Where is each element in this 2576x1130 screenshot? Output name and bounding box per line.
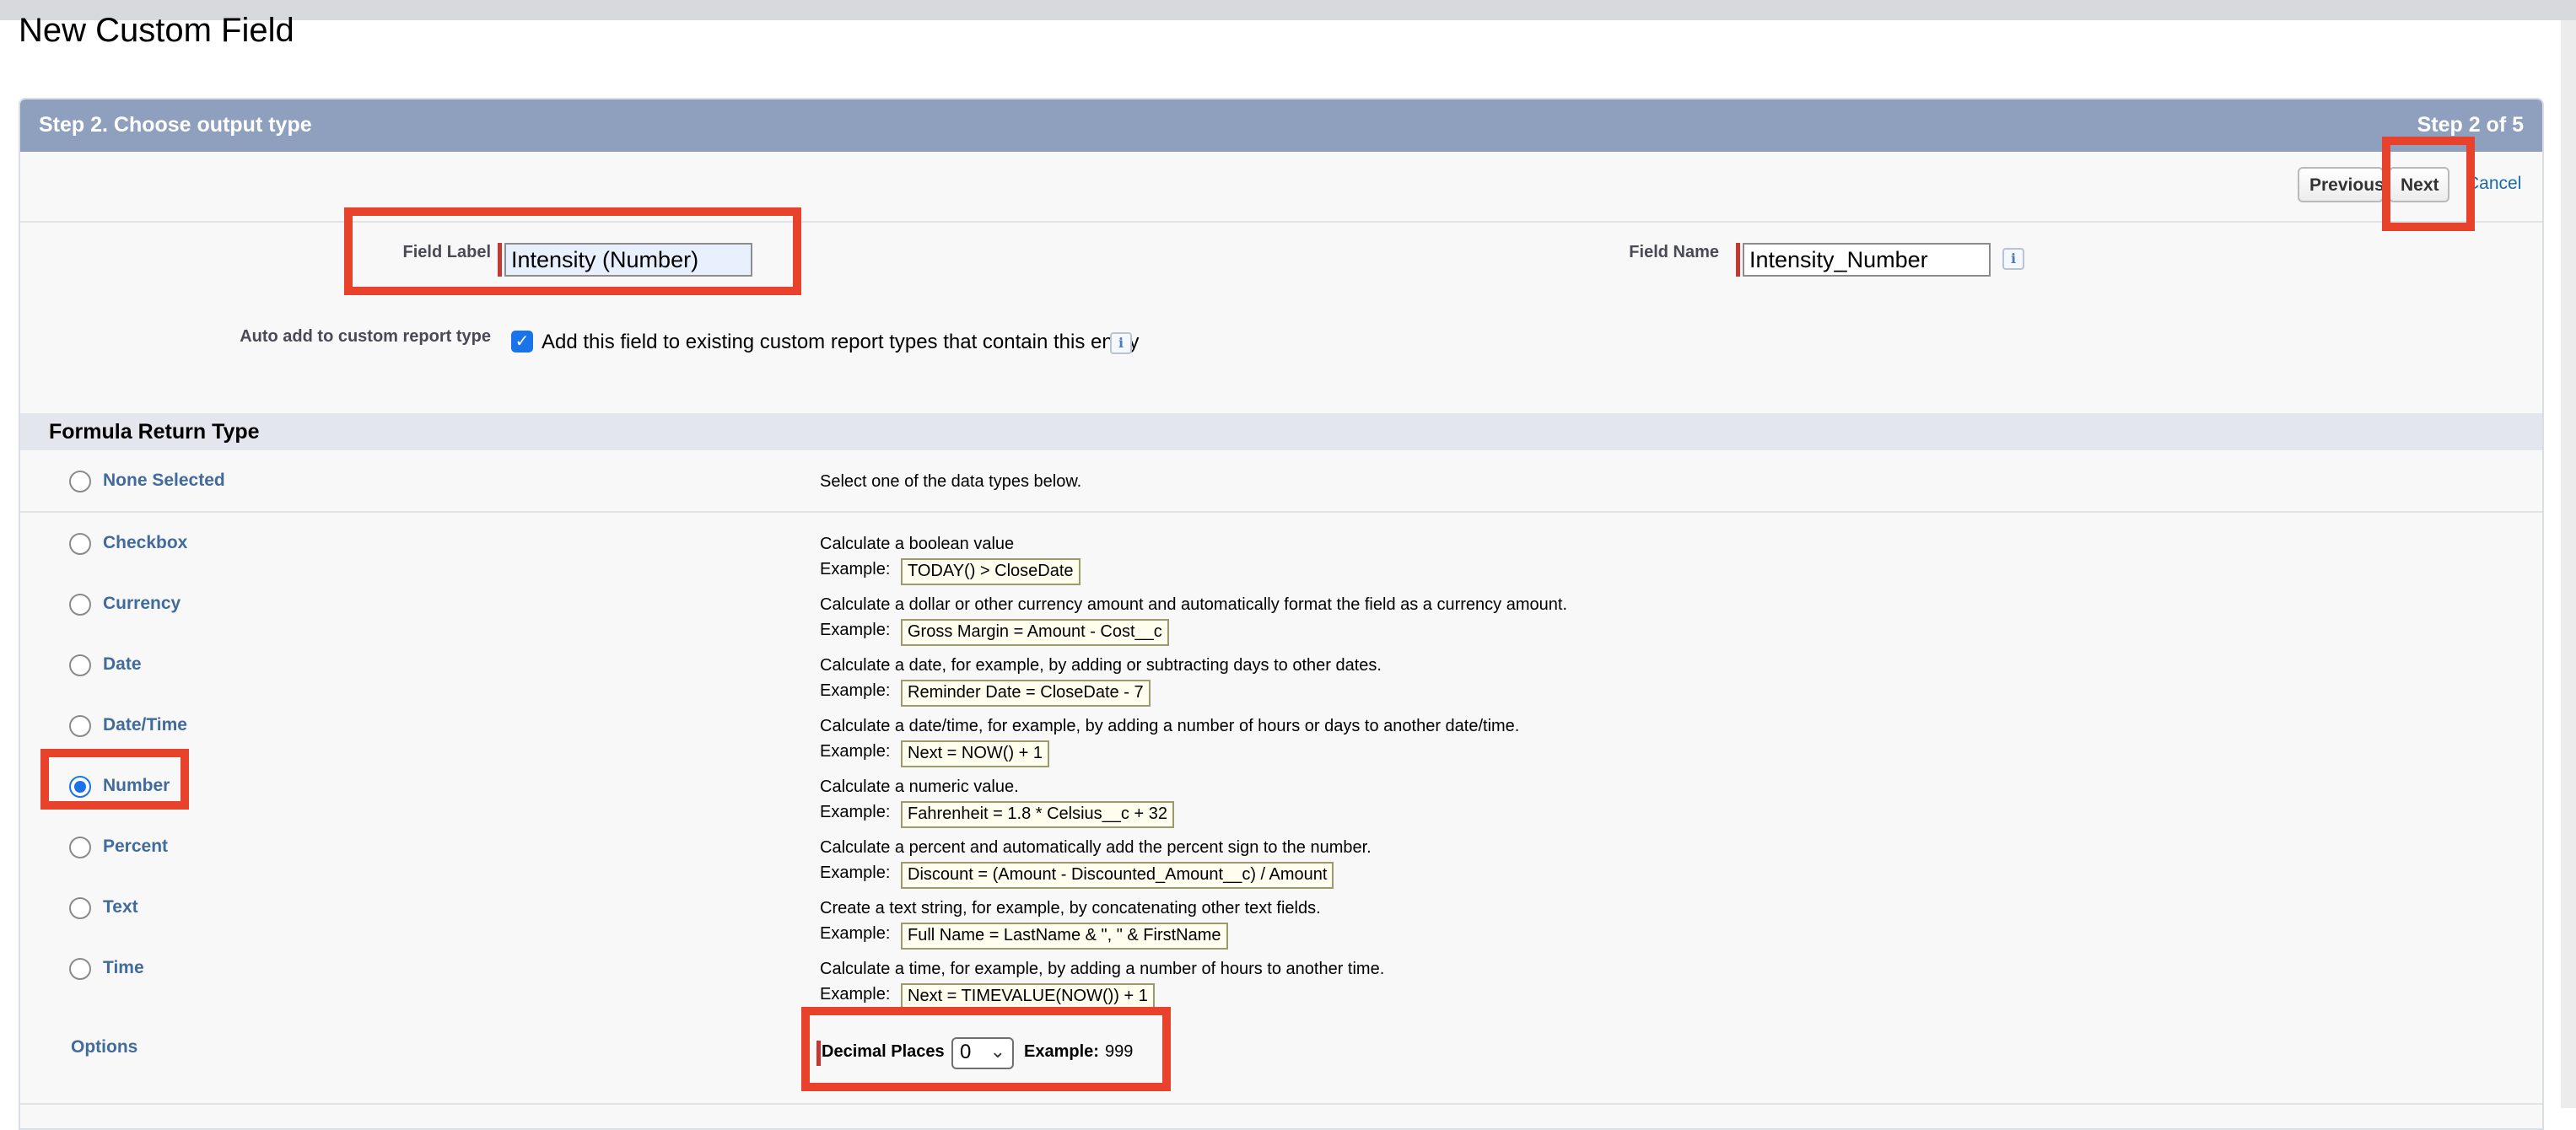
example-label: Example: [820, 681, 891, 700]
decimal-places-value: 0 [960, 1041, 972, 1063]
radio-label-none-selected[interactable]: None Selected [103, 471, 225, 491]
example-label: Example: [820, 560, 891, 578]
radio-label-number[interactable]: Number [103, 776, 170, 796]
radio-label-percent[interactable]: Percent [103, 837, 168, 857]
example-code: Gross Margin = Amount - Cost__c [901, 619, 1169, 646]
radio-text[interactable] [69, 897, 91, 919]
none-description: Select one of the data types below. [820, 472, 1082, 491]
radio-checkbox[interactable] [69, 533, 91, 555]
previous-button[interactable]: Previous [2298, 167, 2385, 202]
step-count: Step 2 of 5 [2417, 113, 2524, 137]
type-description: Calculate a numeric value. [820, 778, 1019, 796]
type-description: Calculate a time, for example, by adding… [820, 960, 1385, 978]
example-code: Next = TIMEVALUE(NOW()) + 1 [901, 983, 1155, 1010]
divider [20, 1103, 2542, 1105]
wizard-panel: Step 2. Choose output type Step 2 of 5 P… [19, 98, 2544, 1130]
example-label: Example: [820, 742, 891, 761]
cancel-link[interactable]: Cancel [2466, 174, 2521, 194]
example-code: Discount = (Amount - Discounted_Amount__… [901, 862, 1334, 889]
decimal-places-select[interactable]: 0 ⌄ [951, 1037, 1014, 1069]
field-name-label: Field Name [1629, 243, 1719, 261]
example-label: Example: [820, 864, 891, 882]
divider [20, 221, 2542, 223]
radio-date[interactable] [69, 654, 91, 676]
info-icon[interactable]: i [1110, 332, 1132, 354]
decimal-places-label: Decimal Places [822, 1042, 945, 1061]
radio-label-date-time[interactable]: Date/Time [103, 715, 187, 735]
radio-currency[interactable] [69, 594, 91, 616]
example-code: Full Name = LastName & ", " & FirstName [901, 923, 1228, 950]
panel-header: Step 2. Choose output type Step 2 of 5 [20, 100, 2542, 152]
example-label: Example: [820, 621, 891, 639]
type-description: Calculate a dollar or other currency amo… [820, 595, 1567, 614]
section-title: Formula Return Type [49, 420, 260, 444]
page-title: New Custom Field [19, 12, 294, 49]
step-title: Step 2. Choose output type [39, 113, 312, 137]
next-button[interactable]: Next [2389, 167, 2449, 202]
radio-date-time[interactable] [69, 715, 91, 737]
auto-add-text: Add this field to existing custom report… [542, 331, 1140, 353]
example-label: Example: [820, 924, 891, 943]
options-example-value: 999 [1105, 1042, 1134, 1061]
field-name-input[interactable] [1743, 243, 1991, 277]
auto-add-label: Auto add to custom report type [240, 327, 491, 346]
chevron-down-icon: ⌄ [989, 1041, 1005, 1062]
example-code: Next = NOW() + 1 [901, 740, 1050, 767]
example-label: Example: [820, 803, 891, 821]
type-description: Calculate a boolean value [820, 535, 1015, 553]
radio-label-checkbox[interactable]: Checkbox [103, 533, 187, 553]
radio-number[interactable] [69, 776, 91, 798]
radio-label-date[interactable]: Date [103, 654, 142, 675]
options-example-label: Example: [1024, 1042, 1099, 1061]
type-description: Create a text string, for example, by co… [820, 899, 1321, 917]
divider [20, 511, 2542, 513]
info-icon[interactable]: i [2002, 248, 2024, 270]
example-code: TODAY() > CloseDate [901, 558, 1081, 585]
radio-label-time[interactable]: Time [103, 958, 144, 978]
field-label-label: Field Label [402, 243, 491, 261]
radio-label-currency[interactable]: Currency [103, 594, 181, 614]
browser-top-bar [0, 0, 2576, 20]
type-description: Calculate a date, for example, by adding… [820, 656, 1382, 675]
example-label: Example: [820, 985, 891, 1004]
field-label-input[interactable] [504, 243, 752, 277]
type-description: Calculate a percent and automatically ad… [820, 838, 1372, 857]
required-indicator [1736, 243, 1740, 277]
required-indicator [816, 1041, 821, 1066]
example-code: Reminder Date = CloseDate - 7 [901, 680, 1151, 707]
radio-label-text[interactable]: Text [103, 897, 138, 917]
auto-add-checkbox[interactable]: ✓ [511, 331, 533, 352]
radio-none-selected[interactable] [69, 471, 91, 492]
required-indicator [498, 243, 502, 277]
formula-return-type-section: Formula Return Type [20, 413, 2542, 450]
type-description: Calculate a date/time, for example, by a… [820, 717, 1520, 735]
scrollbar-gutter [2561, 20, 2576, 1108]
example-code: Fahrenheit = 1.8 * Celsius__c + 32 [901, 801, 1174, 828]
radio-time[interactable] [69, 958, 91, 980]
radio-percent[interactable] [69, 837, 91, 858]
options-label: Options [71, 1037, 138, 1057]
